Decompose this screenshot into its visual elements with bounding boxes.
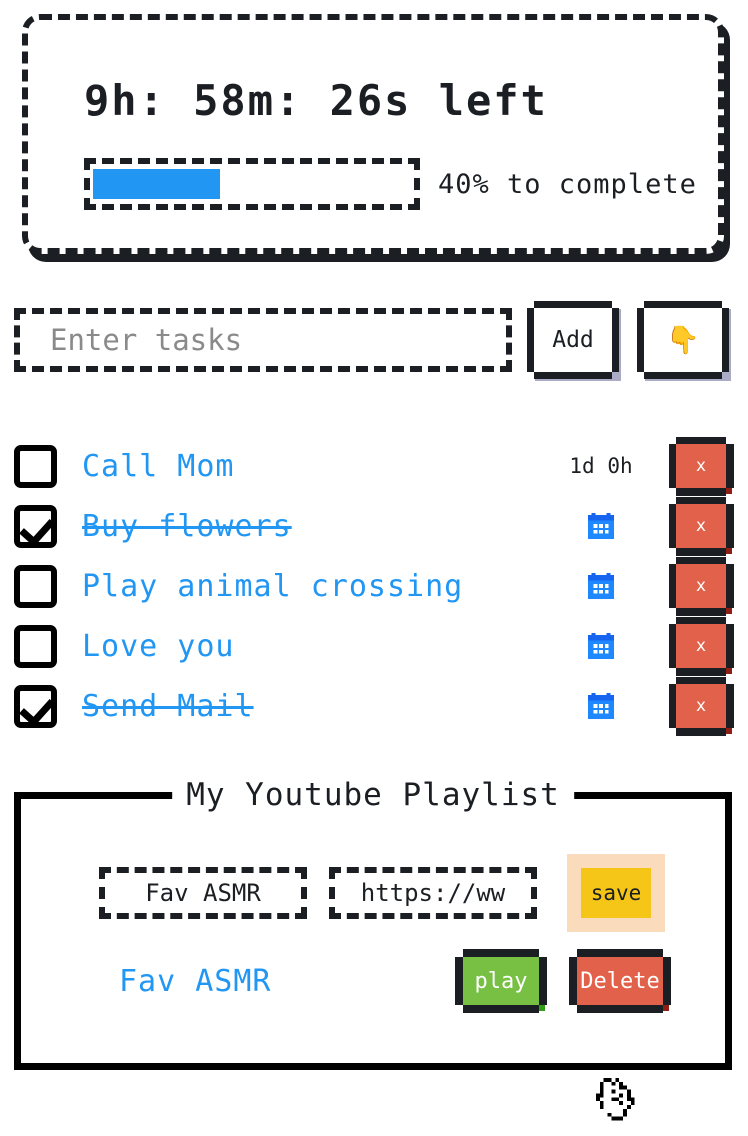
delete-task-button[interactable]: x (676, 564, 726, 608)
add-task-button[interactable]: Add (534, 308, 612, 372)
task-label[interactable]: Love you (82, 629, 526, 664)
task-label[interactable]: Send Mail (82, 689, 526, 724)
pointing-down-hand-icon-button[interactable]: 👇 (644, 308, 722, 372)
countdown-text: 9h: 58m: 26s left (84, 76, 548, 125)
task-label[interactable]: Call Mom (82, 449, 526, 484)
progress-label: 40% to complete (438, 168, 697, 200)
progress-row: 40% to complete (84, 158, 697, 210)
playlist-entry-name: Fav ASMR (119, 963, 272, 999)
timer-card: 9h: 58m: 26s left 40% to complete (22, 14, 724, 254)
delete-task-button[interactable]: x (676, 624, 726, 668)
mouse-cursor-icon (592, 1074, 654, 1136)
task-row: Send Mail x (0, 676, 748, 736)
task-row: Love you x (0, 616, 748, 676)
progress-bar-track (84, 158, 420, 210)
task-checkbox[interactable] (14, 684, 57, 728)
playlist-panel: My Youtube Playlist save Fav ASMR play Del… (14, 777, 732, 1070)
playlist-input-row: save (99, 854, 665, 932)
task-label[interactable]: Buy flowers (82, 509, 526, 544)
task-checkbox[interactable] (14, 444, 57, 488)
delete-task-button[interactable]: x (676, 684, 726, 728)
calendar-icon[interactable] (526, 511, 676, 541)
play-button[interactable]: play (463, 957, 539, 1005)
task-input[interactable] (14, 308, 512, 372)
app-root: 9h: 58m: 26s left 40% to complete Add 👇 … (0, 0, 748, 1136)
task-checkbox[interactable] (14, 624, 57, 668)
task-checkbox[interactable] (14, 504, 57, 548)
task-label[interactable]: Play animal crossing (82, 569, 526, 604)
task-checkbox[interactable] (14, 564, 57, 608)
task-due-text: 1d 0h (569, 454, 633, 478)
task-list: Call Mom 1d 0h x Buy flowers x Play animal cr… (0, 436, 748, 736)
playlist-name-input[interactable] (99, 867, 307, 919)
delete-playlist-button[interactable]: Delete (577, 957, 663, 1005)
calendar-icon[interactable] (526, 571, 676, 601)
task-entry-row: Add 👇 (14, 308, 722, 372)
playlist-url-input[interactable] (329, 867, 537, 919)
delete-task-button[interactable]: x (676, 504, 726, 548)
delete-task-button[interactable]: x (676, 444, 726, 488)
task-row: Play animal crossing x (0, 556, 748, 616)
task-row: Call Mom 1d 0h x (0, 436, 748, 496)
progress-bar-fill (93, 169, 221, 199)
save-playlist-button[interactable]: save (567, 854, 665, 932)
playlist-title: My Youtube Playlist (172, 777, 574, 813)
calendar-icon[interactable] (526, 691, 676, 721)
calendar-icon[interactable] (526, 631, 676, 661)
playlist-entry: Fav ASMR play Delete (21, 957, 725, 1005)
task-row: Buy flowers x (0, 496, 748, 556)
